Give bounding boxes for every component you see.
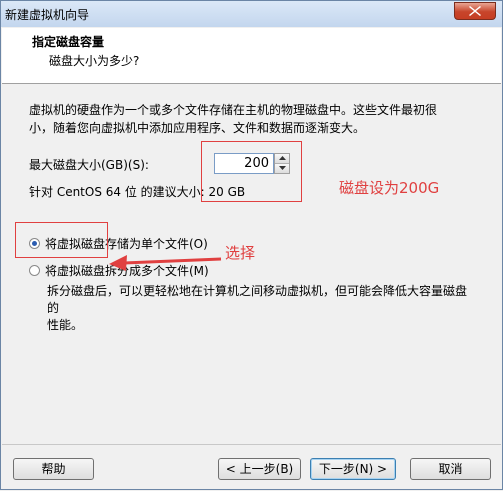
next-button[interactable]: 下一步(N) > bbox=[310, 458, 396, 480]
footer-divider bbox=[2, 444, 501, 445]
help-button[interactable]: 帮助 bbox=[13, 458, 94, 480]
annotation-arrow-icon bbox=[109, 255, 222, 271]
back-button[interactable]: < 上一步(B) bbox=[218, 458, 301, 480]
wizard-window: 新建虚拟机向导 指定磁盘容量 磁盘大小为多少? 虚拟机的硬盘作为一个或多个文件存… bbox=[0, 0, 503, 490]
cancel-button[interactable]: 取消 bbox=[410, 458, 491, 480]
